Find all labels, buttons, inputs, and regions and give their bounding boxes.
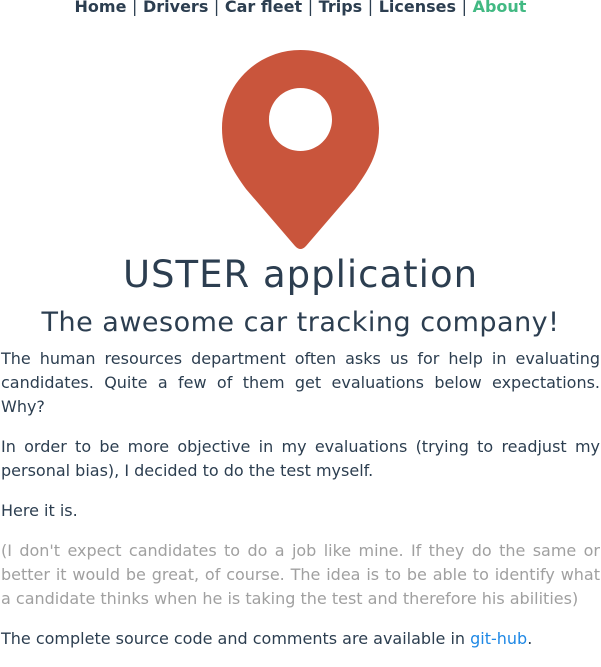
disclaimer-paragraph: (I don't expect candidates to do a job l… — [1, 541, 600, 608]
source-code-text: The complete source code and comments ar… — [1, 629, 471, 648]
nav-link-about[interactable]: About — [473, 0, 527, 16]
intro-paragraph: The human resources department often ask… — [1, 349, 600, 416]
here-it-is-paragraph: Here it is. — [1, 501, 78, 520]
page-subtitle: The awesome car tracking company! — [41, 307, 560, 338]
about-content: The human resources department often ask… — [1, 347, 600, 667]
nav-separator: | — [367, 0, 374, 16]
nav-link-home[interactable]: Home — [75, 0, 127, 16]
page-title: USTER application — [122, 253, 479, 296]
nav-link-licenses[interactable]: Licenses — [379, 0, 456, 16]
main-nav: Home | Drivers | Car fleet | Trips | Lic… — [0, 0, 601, 17]
nav-separator: | — [461, 0, 467, 16]
nav-separator: | — [307, 0, 314, 16]
source-code-period: . — [527, 629, 533, 648]
nav-link-trips[interactable]: Trips — [319, 0, 363, 16]
nav-separator: | — [213, 0, 220, 16]
github-link[interactable]: git-hub — [470, 629, 527, 648]
nav-link-car-fleet[interactable]: Car fleet — [225, 0, 302, 16]
source-code-paragraph: The complete source code and comments ar… — [1, 627, 600, 651]
objective-paragraph: In order to be more objective in my eval… — [1, 437, 600, 480]
nav-separator: | — [132, 0, 138, 16]
map-pin-icon — [222, 50, 379, 249]
nav-link-drivers[interactable]: Drivers — [143, 0, 208, 16]
